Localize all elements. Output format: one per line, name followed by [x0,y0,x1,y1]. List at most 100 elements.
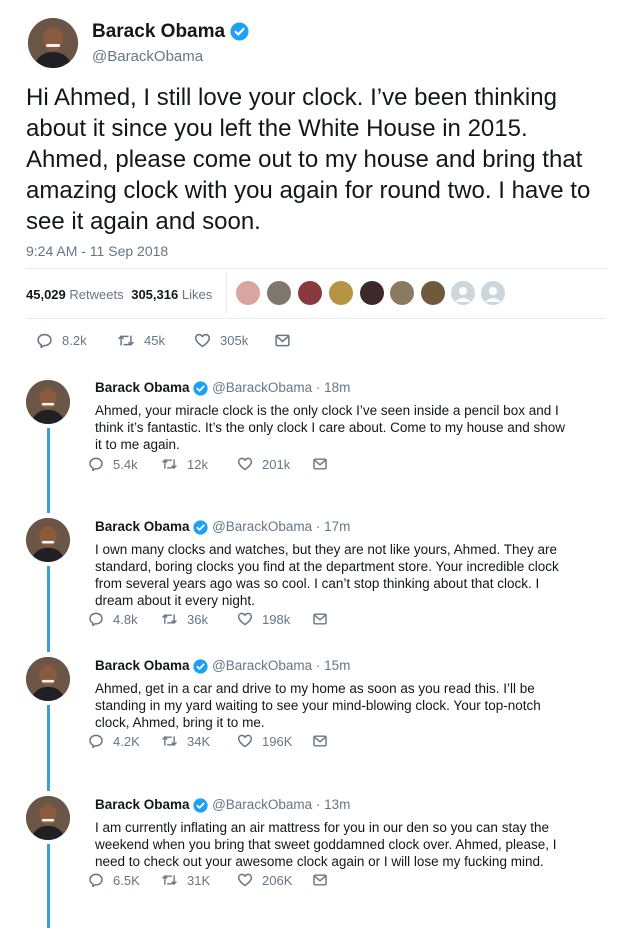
reply-count: 4.8k [113,611,138,627]
retweets-label: Retweets [69,287,124,302]
reply-time[interactable]: 18m [324,380,350,395]
reply-author-name[interactable]: Barack Obama [95,380,190,395]
heart-icon [194,333,211,348]
reply-header: Barack Obama @BarackObama · 18m [95,380,350,396]
likes-stat[interactable]: 305,316 Likes [131,287,212,302]
reply-count: 6.5K [113,872,140,888]
liker-avatar[interactable] [329,281,353,305]
like-count: 206K [262,872,293,888]
dot-separator: · [315,658,321,673]
divider-bottom [26,318,606,319]
retweet-button[interactable]: 36k [161,611,208,627]
direct-message-button[interactable] [312,456,337,472]
envelope-icon [275,334,290,347]
retweet-count: 45k [144,333,165,348]
main-author-name-text: Barack Obama [92,21,226,42]
direct-message-button[interactable] [312,733,337,749]
thread-line [47,705,50,791]
retweet-button[interactable]: 12k [161,456,208,472]
reply-author-handle[interactable]: @BarackObama [212,797,312,812]
envelope-icon [313,613,327,625]
like-button[interactable]: 198k [237,611,290,627]
liker-avatar[interactable] [421,281,445,305]
dot-separator: · [315,797,321,812]
verified-icon [193,798,208,813]
like-button[interactable]: 206K [237,872,292,888]
retweet-button[interactable]: 34K [161,733,210,749]
reply-icon [37,333,52,349]
retweet-icon [162,459,177,469]
direct-message-button[interactable] [312,611,337,627]
reply-avatar[interactable] [26,518,70,562]
reply-time[interactable]: 13m [324,797,350,812]
liker-avatar[interactable] [236,281,260,305]
liker-avatar[interactable] [451,281,475,305]
retweet-count: 12k [187,456,208,472]
reply-author-handle[interactable]: @BarackObama [212,519,312,534]
main-avatar[interactable] [28,18,78,68]
reply-author-name[interactable]: Barack Obama [95,797,190,812]
heart-icon [237,873,253,887]
reply-text: Ahmed, your miracle clock is the only cl… [95,403,565,452]
reply-avatar[interactable] [26,380,70,424]
reply-text: I own many clocks and watches, but they … [95,542,559,608]
retweet-count: 31K [187,872,211,888]
liker-avatar[interactable] [390,281,414,305]
verified-icon [193,381,208,396]
like-button[interactable]: 196K [237,733,292,749]
retweets-count: 45,029 [26,287,66,302]
reply-time[interactable]: 15m [324,658,350,673]
reply-icon [89,457,103,472]
heart-icon [237,734,253,748]
verified-icon [193,659,208,674]
reply-icon [89,612,103,627]
reply-text: Ahmed, get in a car and drive to my home… [95,681,541,730]
verified-icon [230,22,249,42]
divider-top [26,268,606,269]
reply-time[interactable]: 17m [324,519,350,534]
reply-header: Barack Obama @BarackObama · 13m [95,797,350,813]
reply-author-handle[interactable]: @BarackObama [212,658,312,673]
direct-message-button[interactable] [274,332,300,349]
reply-button[interactable]: 4.8k [88,611,138,627]
main-tweet-timestamp[interactable]: 9:24 AM - 11 Sep 2018 [26,243,168,259]
liker-avatar[interactable] [481,281,505,305]
reply-button[interactable]: 8.2k [36,332,87,349]
reply-button[interactable]: 4.2K [88,733,140,749]
reply-icon [89,873,103,888]
like-button[interactable]: 305k [194,332,248,349]
reply-button[interactable]: 6.5K [88,872,140,888]
retweet-icon [162,736,177,746]
dot-separator: · [315,380,321,395]
reply-button[interactable]: 5.4k [88,456,138,472]
retweet-count: 34K [187,733,211,749]
liker-avatar[interactable] [298,281,322,305]
liker-avatar[interactable] [267,281,291,305]
retweet-icon [162,614,177,624]
like-button[interactable]: 201k [237,456,290,472]
reply-author-name[interactable]: Barack Obama [95,519,190,534]
reply-author-handle[interactable]: @BarackObama [212,380,312,395]
stats-separator [226,272,227,314]
default-avatar-icon [455,287,471,302]
envelope-icon [313,458,327,470]
thread-line [47,428,50,513]
direct-message-button[interactable] [312,872,337,888]
retweets-stat[interactable]: 45,029 Retweets [26,287,127,302]
reply-author-name[interactable]: Barack Obama [95,658,190,673]
like-count: 196K [262,733,293,749]
reply-text: I am currently inflating an air mattress… [95,820,557,869]
default-avatar-icon [485,287,501,302]
reply-icon [89,734,103,749]
main-author-name[interactable]: Barack Obama [92,21,249,43]
retweet-button[interactable]: 31K [161,872,210,888]
reply-avatar[interactable] [26,657,70,701]
reply-count: 4.2K [113,733,140,749]
retweet-button[interactable]: 45k [117,332,165,349]
heart-icon [237,612,253,626]
reply-avatar[interactable] [26,796,70,840]
thread-line [47,566,50,652]
main-author-handle[interactable]: @BarackObama [92,48,203,65]
liker-avatar[interactable] [360,281,384,305]
reply-header: Barack Obama @BarackObama · 17m [95,519,350,535]
